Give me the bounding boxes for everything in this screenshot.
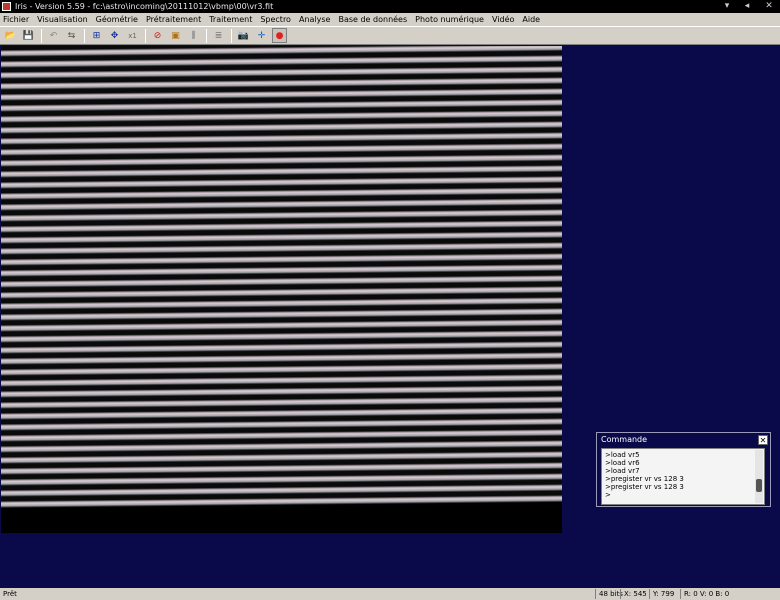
menu-video[interactable]: Vidéo (492, 15, 514, 24)
menu-photo-numerique[interactable]: Photo numérique (415, 15, 484, 24)
zoom-x1-icon[interactable]: x1 (125, 28, 140, 43)
command-line: >load vr6 (605, 459, 640, 467)
menu-spectro[interactable]: Spectro (260, 15, 291, 24)
text-icon[interactable]: ≣ (211, 28, 226, 43)
command-window: Commande ✕ >load vr5 >load vr6 >load vr7… (596, 432, 771, 507)
status-text: Prêt (3, 590, 17, 598)
toolbar-separator (231, 28, 232, 43)
toolbar-separator (84, 28, 85, 43)
record-icon[interactable]: ● (272, 28, 287, 43)
no-icon[interactable]: ⊘ (150, 28, 165, 43)
close-icon[interactable]: ✕ (760, 0, 778, 12)
restore-icon[interactable]: ◂ (738, 0, 756, 12)
menu-analyse[interactable]: Analyse (299, 15, 331, 24)
command-scrollbar-thumb[interactable] (756, 479, 762, 492)
grid-icon[interactable]: ⊞ (89, 28, 104, 43)
image-stripes-color (1, 46, 562, 508)
menu-base-de-donnees[interactable]: Base de données (338, 15, 407, 24)
command-console[interactable]: >load vr5 >load vr6 >load vr7 >pregister… (601, 448, 765, 505)
workspace[interactable]: Commande ✕ >load vr5 >load vr6 >load vr7… (0, 45, 780, 588)
status-bar: Prêt 48 bits X: 545 Y: 799 R: 0 V: 0 B: … (0, 588, 780, 600)
status-bits: 48 bits (595, 589, 623, 599)
command-close-icon[interactable]: ✕ (758, 435, 768, 445)
toolbar: 📂 💾 ↶ ⇆ ⊞ ✥ x1 ⊘ ▣ ⫼ ≣ 📷 ✛ ● (0, 26, 780, 45)
menu-visualisation[interactable]: Visualisation (37, 15, 88, 24)
command-line: >pregister vr vs 128 3 (605, 483, 684, 491)
toolbar-separator (145, 28, 146, 43)
command-line: >load vr7 (605, 467, 640, 475)
command-scrollbar[interactable] (755, 450, 763, 503)
move-icon[interactable]: ✛ (254, 28, 269, 43)
command-line: >load vr5 (605, 451, 640, 459)
menu-pretraitement[interactable]: Prétraitement (146, 15, 201, 24)
image-view[interactable] (1, 46, 562, 533)
menu-bar: Fichier Visualisation Géométrie Prétrait… (0, 13, 780, 26)
camera-icon[interactable]: 📷 (236, 28, 251, 43)
save-icon[interactable]: 💾 (21, 28, 36, 43)
split-icon[interactable]: ⫼ (186, 28, 201, 43)
zoom-in-icon[interactable]: ✥ (107, 28, 122, 43)
status-x: X: 545 (620, 589, 647, 599)
crop-icon[interactable]: ▣ (168, 28, 183, 43)
command-line: >pregister vr vs 128 3 (605, 475, 684, 483)
command-window-title: Commande (601, 435, 648, 444)
window-title: Iris - Version 5.59 - fc:\astro\incoming… (15, 2, 274, 11)
menu-fichier[interactable]: Fichier (3, 15, 29, 24)
app-icon (2, 2, 11, 11)
toolbar-separator (206, 28, 207, 43)
open-folder-icon[interactable]: 📂 (3, 28, 18, 43)
undo-icon[interactable]: ↶ (46, 28, 61, 43)
command-input-line[interactable]: > (605, 491, 761, 499)
menu-aide[interactable]: Aide (522, 15, 540, 24)
menu-traitement[interactable]: Traitement (209, 15, 252, 24)
status-y: Y: 799 (649, 589, 674, 599)
status-rvb: R: 0 V: 0 B: 0 (680, 589, 729, 599)
title-bar: Iris - Version 5.59 - fc:\astro\incoming… (0, 0, 780, 13)
toolbar-separator (41, 28, 42, 43)
menu-geometrie[interactable]: Géométrie (96, 15, 138, 24)
threshold-icon[interactable]: ⇆ (64, 28, 79, 43)
minimize-icon[interactable]: ▾ (718, 0, 736, 12)
